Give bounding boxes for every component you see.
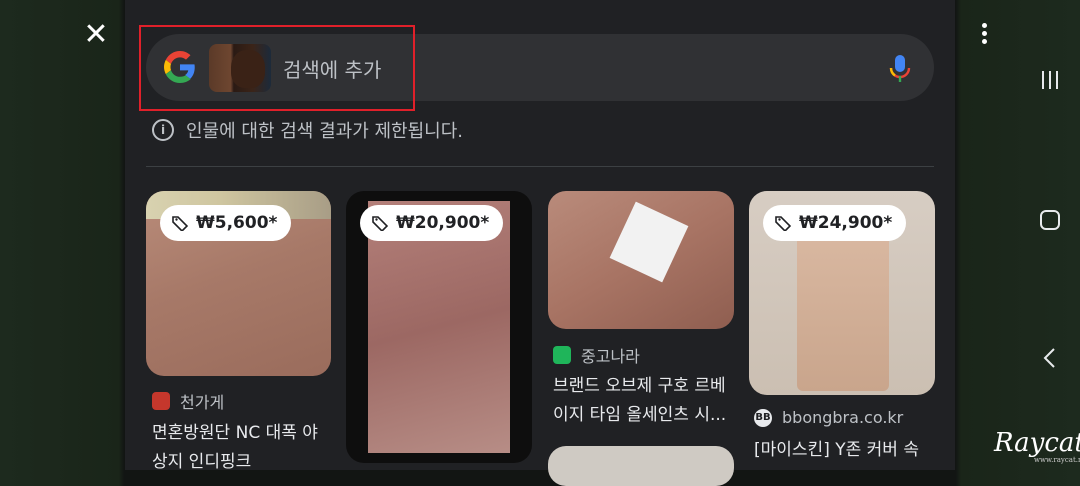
price-tag-icon	[372, 216, 388, 231]
price-badge: ₩24,900*	[763, 205, 907, 241]
result-title-3[interactable]: 브랜드 오브제 구호 르베 이지 타임 올세인츠 시...	[553, 372, 726, 430]
back-icon[interactable]	[1042, 347, 1058, 369]
price-text: ₩24,900*	[799, 213, 893, 233]
result-title-4[interactable]: [마이스킨] Y존 커버 속	[754, 436, 919, 465]
source-name: 천가게	[180, 393, 225, 412]
divider	[146, 166, 934, 167]
result-source-4[interactable]: BB bbongbra.co.kr	[754, 408, 903, 427]
more-options-icon[interactable]	[970, 20, 998, 50]
title-line: 브랜드 오브제 구호 르베	[553, 376, 726, 396]
microphone-icon[interactable]	[888, 54, 912, 84]
highlight-box	[139, 25, 415, 111]
result-source-3[interactable]: 중고나라	[553, 343, 640, 367]
home-icon[interactable]	[1039, 209, 1061, 231]
price-badge: ₩20,900*	[360, 205, 504, 241]
price-text: ₩5,600*	[196, 213, 278, 233]
source-name: bbongbra.co.kr	[782, 408, 904, 427]
price-tag-icon	[172, 216, 188, 231]
price-text: ₩20,900*	[396, 213, 490, 233]
title-line: 면혼방원단 NC 대폭 야	[152, 423, 318, 443]
info-icon: i	[152, 119, 174, 141]
watermark: Raycat www.raycat.net	[994, 428, 1080, 464]
price-tag-icon	[775, 216, 791, 231]
result-card-2[interactable]: ₩20,900*	[346, 191, 532, 463]
result-source-1[interactable]: 천가게	[152, 389, 224, 413]
result-card-4[interactable]: ₩24,900*	[749, 191, 935, 395]
watermark-text: Raycat	[994, 428, 1080, 458]
recent-apps-icon[interactable]	[1040, 70, 1060, 90]
title-line: 이지 타임 올세인츠 시...	[553, 405, 727, 425]
people-results-notice: i 인물에 대한 검색 결과가 제한됩니다.	[152, 117, 463, 143]
price-badge: ₩5,600*	[160, 205, 292, 241]
source-name: 중고나라	[581, 347, 640, 366]
watermark-sub: www.raycat.net	[1034, 456, 1080, 464]
result-title-1[interactable]: 면혼방원단 NC 대폭 야 상지 인디핑크	[152, 419, 318, 477]
store-icon	[152, 392, 170, 410]
title-line: 상지 인디핑크	[152, 452, 252, 472]
store-icon	[553, 346, 571, 364]
store-icon: BB	[754, 408, 772, 427]
title-line: [마이스킨] Y존 커버 속	[754, 440, 919, 460]
result-card-1[interactable]: ₩5,600*	[146, 191, 331, 376]
result-card-5[interactable]	[548, 446, 734, 486]
notice-text: 인물에 대한 검색 결과가 제한됩니다.	[186, 121, 464, 142]
close-icon[interactable]: ✕	[80, 20, 112, 52]
result-card-3[interactable]	[548, 191, 734, 329]
